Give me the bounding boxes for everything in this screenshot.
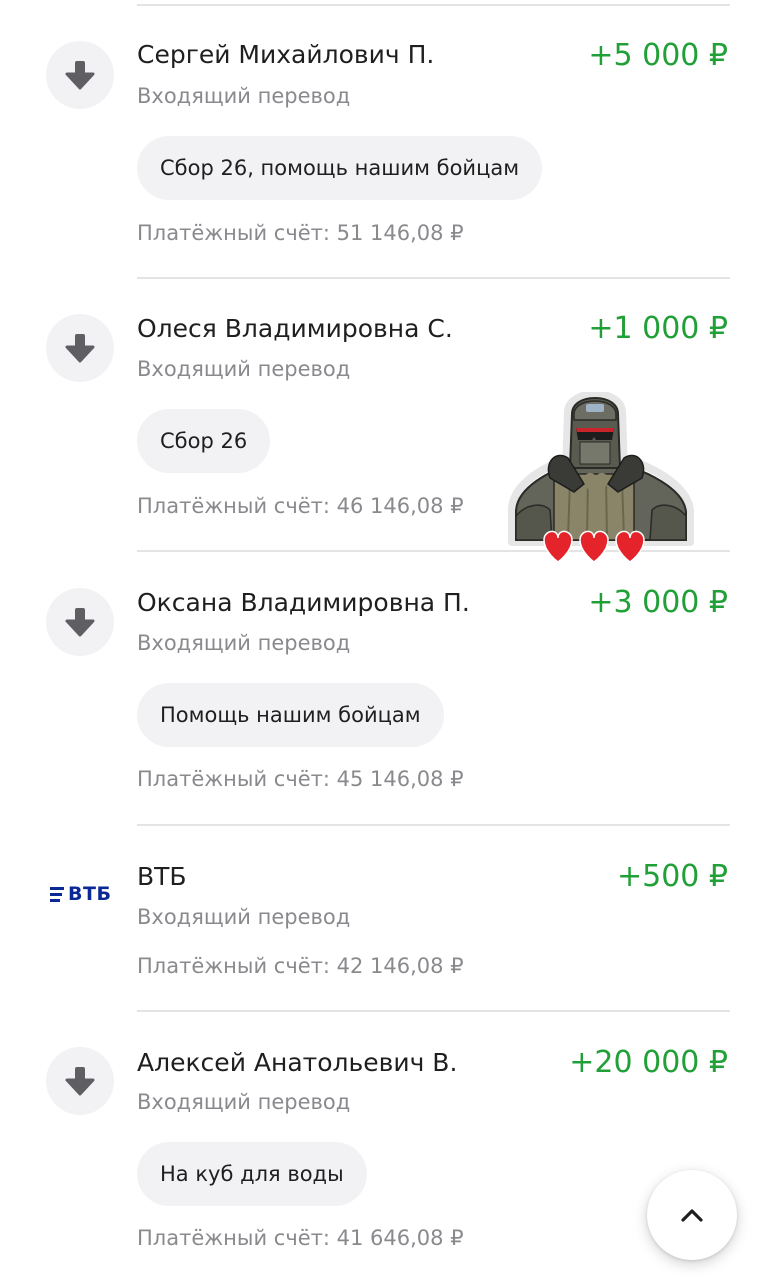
transaction-type: Входящий перевод xyxy=(137,905,351,929)
account-balance: Платёжный счёт: 51 146,08 ₽ xyxy=(137,221,464,245)
transaction-item[interactable]: ВТБ ВТБ +500 ₽ Входящий перевод Платёжны… xyxy=(0,826,774,1010)
transaction-type: Входящий перевод xyxy=(137,1090,351,1114)
transaction-amount: +5 000 ₽ xyxy=(588,38,728,73)
transfer-message: Помощь нашим бойцам xyxy=(137,683,444,747)
sender-name: Олеся Владимировна С. xyxy=(137,314,453,343)
vtb-logo: ВТБ xyxy=(50,880,112,908)
transaction-type: Входящий перевод xyxy=(137,631,351,655)
account-balance: Платёжный счёт: 41 646,08 ₽ xyxy=(137,1226,464,1250)
account-balance: Платёжный счёт: 46 146,08 ₽ xyxy=(137,494,464,518)
chevron-up-icon xyxy=(681,1209,703,1222)
transaction-amount: +500 ₽ xyxy=(616,859,728,894)
transfer-message: На куб для воды xyxy=(137,1142,367,1206)
transaction-type: Входящий перевод xyxy=(137,84,351,108)
incoming-arrow-icon xyxy=(46,314,114,382)
transaction-item[interactable]: Сергей Михайлович П. +5 000 ₽ Входящий п… xyxy=(0,0,774,277)
sender-name: Алексей Анатольевич В. xyxy=(137,1048,458,1077)
sender-name: Сергей Михайлович П. xyxy=(137,40,435,69)
incoming-arrow-icon xyxy=(46,588,114,656)
soldier-heart-sticker xyxy=(492,390,702,572)
transaction-type: Входящий перевод xyxy=(137,357,351,381)
account-balance: Платёжный счёт: 42 146,08 ₽ xyxy=(137,954,464,978)
vtb-stripes-icon xyxy=(50,886,64,902)
incoming-arrow-icon xyxy=(46,1047,114,1115)
incoming-arrow-icon xyxy=(46,41,114,109)
transaction-item[interactable]: Оксана Владимировна П. +3 000 ₽ Входящий… xyxy=(0,552,774,824)
vtb-logo-text: ВТБ xyxy=(68,883,112,905)
transfer-message: Сбор 26 xyxy=(137,409,271,473)
scroll-top-button[interactable] xyxy=(647,1170,737,1260)
sender-name: ВТБ xyxy=(137,862,187,891)
transfer-message: Сбор 26, помощь нашим бойцам xyxy=(137,136,543,200)
sender-name: Оксана Владимировна П. xyxy=(137,588,470,617)
transaction-amount: +1 000 ₽ xyxy=(588,311,728,346)
transaction-amount: +20 000 ₽ xyxy=(569,1045,728,1080)
transaction-amount: +3 000 ₽ xyxy=(588,585,728,620)
account-balance: Платёжный счёт: 45 146,08 ₽ xyxy=(137,767,464,791)
